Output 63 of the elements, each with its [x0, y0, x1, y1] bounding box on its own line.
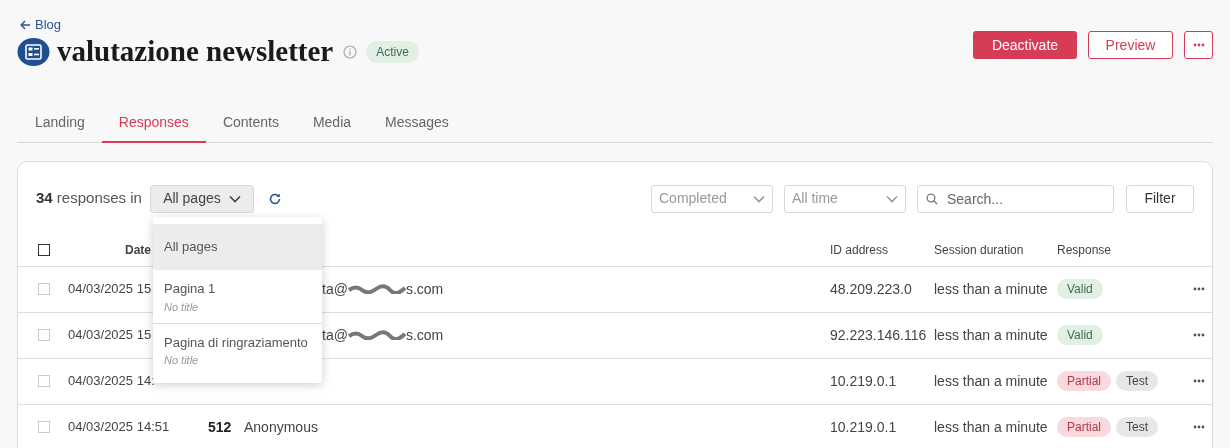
table-cell-text: ta@	[322, 325, 348, 345]
column-header: ID address	[830, 242, 890, 259]
form-icon	[17, 36, 51, 67]
tab[interactable]: Media	[295, 111, 369, 143]
response-count: 34 responses in	[36, 188, 142, 209]
tab[interactable]: Messages	[368, 111, 466, 143]
checkbox[interactable]	[38, 244, 50, 256]
tab[interactable]: Contents	[205, 111, 296, 143]
table-cell-text: 04/03/2025 14:	[68, 372, 155, 391]
page-title: valutazione newsletter	[57, 37, 334, 66]
filter-button[interactable]: Filter	[1126, 184, 1194, 213]
tab[interactable]: Landing	[18, 111, 102, 143]
time-select[interactable]: All time	[784, 184, 906, 213]
table-cell-text: 04/03/2025 15	[68, 326, 152, 345]
search-field[interactable]: Search...	[917, 184, 1114, 213]
response-tag: Test	[1116, 371, 1159, 391]
more-icon[interactable]	[1192, 43, 1205, 47]
table-cell-text: less than a minute	[934, 325, 1049, 345]
table-cell-text: 04/03/2025 14:51	[68, 418, 170, 437]
menu-item[interactable]: All pages	[153, 223, 322, 270]
deactivate-button[interactable]: Deactivate	[973, 31, 1077, 59]
status-select[interactable]: Completed	[651, 184, 773, 213]
chevron-down-icon	[753, 194, 765, 203]
column-header: Date	[125, 242, 151, 259]
preview-button[interactable]: Preview	[1088, 31, 1173, 59]
table-cell-text: 48.209.223.0	[830, 279, 913, 299]
table-cell-text: s.com	[405, 279, 444, 299]
table-cell-text: 92.223.146.116	[830, 325, 928, 345]
table-cell-text: 10.219.0.1	[830, 371, 898, 391]
response-tag: Partial	[1057, 371, 1111, 391]
arrow-left-icon	[20, 19, 31, 30]
menu-item[interactable]: Pagina di ringraziamento No title	[153, 322, 322, 376]
column-header: Session duration	[934, 242, 1025, 259]
more-button[interactable]	[1184, 31, 1213, 59]
more-icon[interactable]	[1192, 287, 1205, 291]
more-icon[interactable]	[1192, 379, 1205, 383]
refresh-icon[interactable]	[267, 191, 282, 206]
table-cell-text: less than a minute	[934, 279, 1049, 299]
redaction-scribble	[347, 330, 406, 340]
column-header: Response	[1057, 242, 1113, 259]
table-cell-text: 04/03/2025 15	[68, 280, 152, 299]
table-cell-text: ta@	[322, 279, 348, 299]
back-link[interactable]: Blog	[20, 15, 419, 35]
response-tag: Valid	[1057, 325, 1103, 345]
tab[interactable]: Responses	[101, 111, 206, 143]
table-cell-text: s.com	[405, 325, 444, 345]
menu-item[interactable]: Pagina 1 No title	[153, 269, 322, 323]
response-tag: Test	[1116, 417, 1159, 437]
response-tag: Valid	[1057, 279, 1103, 299]
page-select[interactable]: All pages	[149, 184, 254, 213]
more-icon[interactable]	[1192, 425, 1205, 429]
table-cell-text: less than a minute	[934, 371, 1049, 391]
chevron-down-icon	[228, 194, 241, 203]
chevron-down-icon	[886, 194, 898, 203]
table-cell-text: less than a minute	[934, 417, 1049, 437]
table-cell-text: 512	[208, 417, 233, 437]
search-icon	[926, 192, 938, 205]
table-cell-text: 10.219.0.1	[830, 417, 898, 437]
status-badge: Active	[366, 40, 419, 63]
more-icon[interactable]	[1192, 333, 1205, 337]
redaction-scribble	[347, 284, 406, 294]
table-cell-text: Anonymous	[244, 417, 319, 437]
response-tag: Partial	[1057, 417, 1111, 437]
